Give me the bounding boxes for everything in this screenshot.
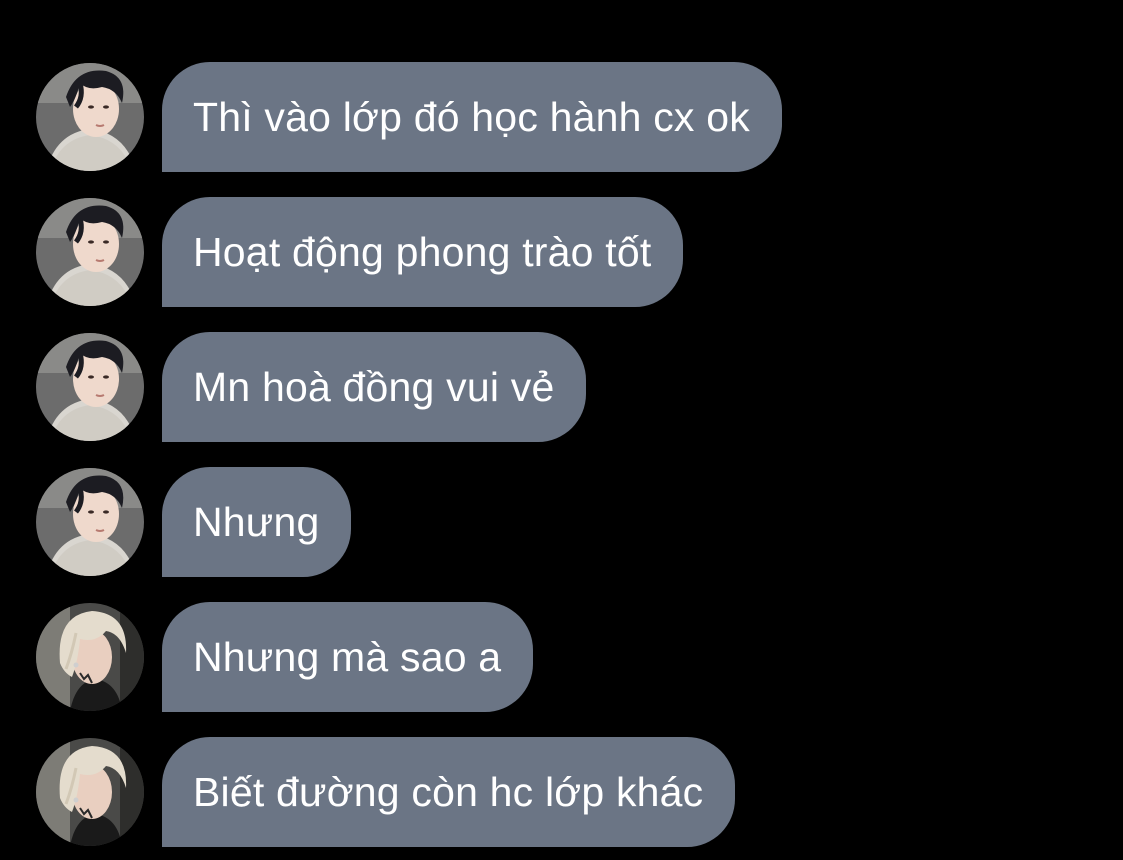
dark-hair-avatar-icon[interactable] bbox=[36, 63, 144, 171]
dark-hair-avatar-icon[interactable] bbox=[36, 198, 144, 306]
message-row: Nhưng mà sao a bbox=[36, 602, 534, 712]
message-row: Mn hoà đồng vui vẻ bbox=[36, 332, 587, 442]
chat-thread: Thì vào lớp đó học hành cx ok Hoạt động … bbox=[0, 0, 1123, 860]
message-bubble[interactable]: Thì vào lớp đó học hành cx ok bbox=[162, 62, 782, 172]
blonde-hair-avatar-icon[interactable] bbox=[36, 738, 144, 846]
blonde-hair-avatar-icon[interactable] bbox=[36, 603, 144, 711]
message-row: Hoạt động phong trào tốt bbox=[36, 197, 684, 307]
message-bubble[interactable]: Nhưng mà sao a bbox=[162, 602, 534, 712]
message-bubble[interactable]: Nhưng bbox=[162, 467, 352, 577]
message-bubble[interactable]: Hoạt động phong trào tốt bbox=[162, 197, 684, 307]
dark-hair-avatar-icon[interactable] bbox=[36, 468, 144, 576]
message-row: Thì vào lớp đó học hành cx ok bbox=[36, 62, 782, 172]
message-bubble[interactable]: Biết đường còn hc lớp khác bbox=[162, 737, 736, 847]
message-bubble[interactable]: Mn hoà đồng vui vẻ bbox=[162, 332, 587, 442]
dark-hair-avatar-icon[interactable] bbox=[36, 333, 144, 441]
message-row: Biết đường còn hc lớp khác bbox=[36, 737, 736, 847]
message-row: Nhưng bbox=[36, 467, 352, 577]
